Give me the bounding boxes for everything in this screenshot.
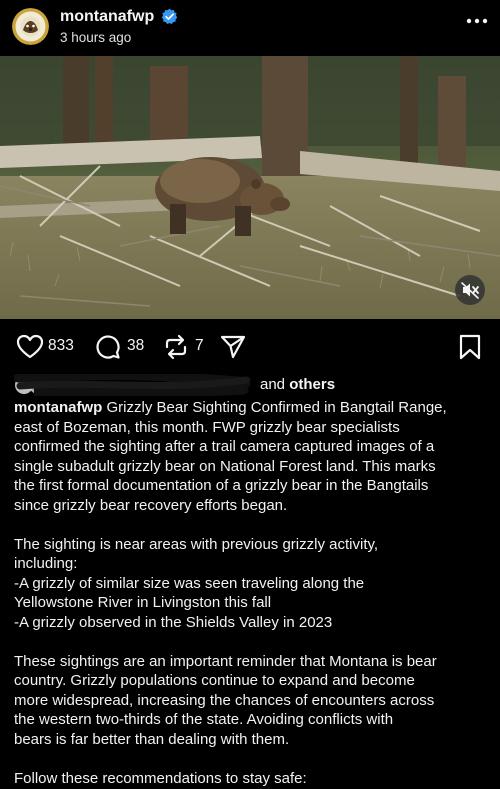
repost-count[interactable]: 7	[195, 337, 204, 355]
mute-button[interactable]	[455, 275, 485, 305]
redacted-scribble	[14, 374, 251, 396]
caption-line: country. Grizzly populations continue to…	[14, 672, 415, 689]
caption-line: These sightings are an important reminde…	[14, 652, 437, 670]
caption-paragraph-3: These sightings are an important reminde…	[14, 652, 494, 750]
caption-line: Yellowstone River in Livingston this fal…	[14, 594, 272, 611]
verified-icon	[161, 8, 178, 24]
repost-icon[interactable]	[162, 334, 190, 360]
caption-line: The sighting is near areas with previous…	[14, 535, 379, 553]
post-header: montanafwp 3 hours ago	[0, 0, 500, 56]
muted-speaker-icon	[461, 282, 479, 299]
post-video[interactable]	[0, 56, 500, 319]
trail-camera-image	[0, 56, 500, 319]
caption-line: more widespread, increasing the chances …	[14, 691, 435, 709]
caption-paragraph-4: Follow these recommendations to stay saf…	[14, 769, 494, 789]
caption-line: single subadult grizzly bear on National…	[14, 457, 436, 475]
caption-paragraph-2: The sighting is near areas with previous…	[14, 535, 494, 633]
post-caption: montanafwp Grizzly Bear Sighting Confirm…	[14, 398, 494, 789]
action-bar: 833 38 7	[0, 328, 500, 364]
caption-line: montanafwp Grizzly Bear Sighting Confirm…	[14, 399, 447, 416]
fwp-logo	[12, 8, 49, 45]
caption-author[interactable]: montanafwp	[14, 399, 102, 416]
avatar[interactable]	[12, 8, 49, 45]
caption-line: bears is far better than dealing with th…	[14, 730, 290, 748]
share-icon[interactable]	[220, 334, 246, 360]
like-count[interactable]: 833	[48, 337, 74, 355]
username[interactable]: montanafwp	[60, 8, 154, 26]
caption-line: including:	[14, 555, 78, 572]
caption-line: since grizzly bear recovery efforts bega…	[14, 496, 288, 514]
post-timestamp: 3 hours ago	[60, 30, 132, 45]
liked-by-text[interactable]: and others	[260, 376, 335, 393]
caption-line: the first formal documentation of a griz…	[14, 477, 429, 494]
liked-by-line: and others	[14, 374, 484, 396]
more-icon[interactable]	[464, 11, 490, 31]
caption-line: the western two-thirds of the state. Avo…	[14, 711, 394, 728]
comment-count[interactable]: 38	[127, 337, 144, 355]
caption-line: Follow these recommendations to stay saf…	[14, 769, 307, 787]
comment-icon[interactable]	[95, 334, 121, 360]
caption-line: east of Bozeman, this month. FWP grizzly…	[14, 418, 400, 436]
heart-icon[interactable]	[16, 334, 44, 360]
bookmark-icon[interactable]	[458, 334, 482, 360]
caption-line: confirmed the sighting after a trail cam…	[14, 438, 435, 455]
caption-line: -A grizzly observed in the Shields Valle…	[14, 613, 333, 631]
caption-line: -A grizzly of similar size was seen trav…	[14, 574, 365, 592]
caption-paragraph-1: montanafwp Grizzly Bear Sighting Confirm…	[14, 398, 494, 515]
